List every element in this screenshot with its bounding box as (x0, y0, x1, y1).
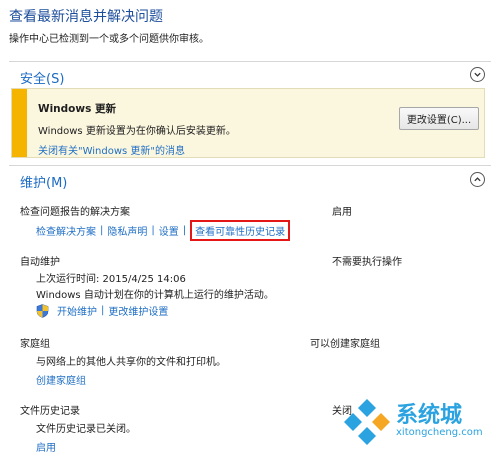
divider (9, 165, 491, 166)
watermark: 系统城 xitongcheng.com (342, 393, 492, 451)
settings-link[interactable]: 设置 (159, 223, 179, 238)
check-solutions-link[interactable]: 检查解决方案 (36, 223, 96, 238)
auto-maintenance-status: 不需要执行操作 (332, 257, 402, 268)
homegroup-label: 家庭组 (20, 339, 50, 350)
chevron-down-icon[interactable] (470, 67, 485, 82)
separator: | (151, 225, 155, 236)
watermark-brand: 系统城 (396, 403, 463, 428)
windows-update-alert: Windows 更新 Windows 更新设置为在你确认后安装更新。 关闭有关"… (11, 88, 485, 158)
last-run-time: 上次运行时间: 2015/4/25 14:06 (36, 274, 186, 285)
page-subtitle: 操作中心已检测到一个或多个问题供你审核。 (9, 34, 209, 45)
alert-text: Windows 更新设置为在你确认后安装更新。 (38, 126, 236, 137)
chevron-up-icon[interactable] (470, 172, 485, 187)
homegroup-status: 可以创建家庭组 (310, 339, 380, 350)
separator: | (101, 305, 105, 316)
enable-file-history-link[interactable]: 启用 (36, 439, 56, 454)
file-history-description: 文件历史记录已关闭。 (36, 424, 136, 435)
privacy-statement-link[interactable]: 隐私声明 (107, 223, 147, 238)
auto-maintenance-links: 开始维护 | 更改维护设置 (36, 303, 168, 318)
section-security-title[interactable]: 安全(S) (20, 68, 64, 87)
auto-maintenance-description: Windows 自动计划在你的计算机上运行的维护活动。 (36, 290, 274, 301)
change-settings-button[interactable]: 更改设置(C)... (399, 107, 479, 130)
page-title: 查看最新消息并解决问题 (9, 9, 163, 25)
problem-reports-status: 启用 (332, 207, 352, 218)
problem-reports-links: 检查解决方案 | 隐私声明 | 设置 | 查看可靠性历史记录 (36, 220, 291, 241)
problem-reports-label: 检查问题报告的解决方案 (20, 207, 130, 218)
alert-title: Windows 更新 (38, 103, 116, 115)
change-maintenance-settings-link[interactable]: 更改维护设置 (108, 303, 168, 318)
uac-shield-icon (36, 303, 49, 318)
turn-off-update-messages-link[interactable]: 关闭有关"Windows 更新"的消息 (38, 142, 185, 157)
file-history-label: 文件历史记录 (20, 406, 80, 417)
section-maintenance-title[interactable]: 维护(M) (20, 172, 67, 191)
auto-maintenance-label: 自动维护 (20, 257, 60, 268)
watermark-url: xitongcheng.com (396, 427, 483, 438)
homegroup-description: 与网络上的其他人共享你的文件和打印机。 (36, 357, 226, 368)
watermark-logo-icon (344, 399, 390, 445)
create-homegroup-link[interactable]: 创建家庭组 (36, 372, 86, 387)
warning-stripe (12, 89, 27, 157)
separator: | (100, 225, 104, 236)
start-maintenance-link[interactable]: 开始维护 (57, 303, 97, 318)
view-reliability-history-link[interactable]: 查看可靠性历史记录 (190, 220, 291, 241)
separator: | (182, 225, 187, 236)
divider (9, 61, 491, 62)
